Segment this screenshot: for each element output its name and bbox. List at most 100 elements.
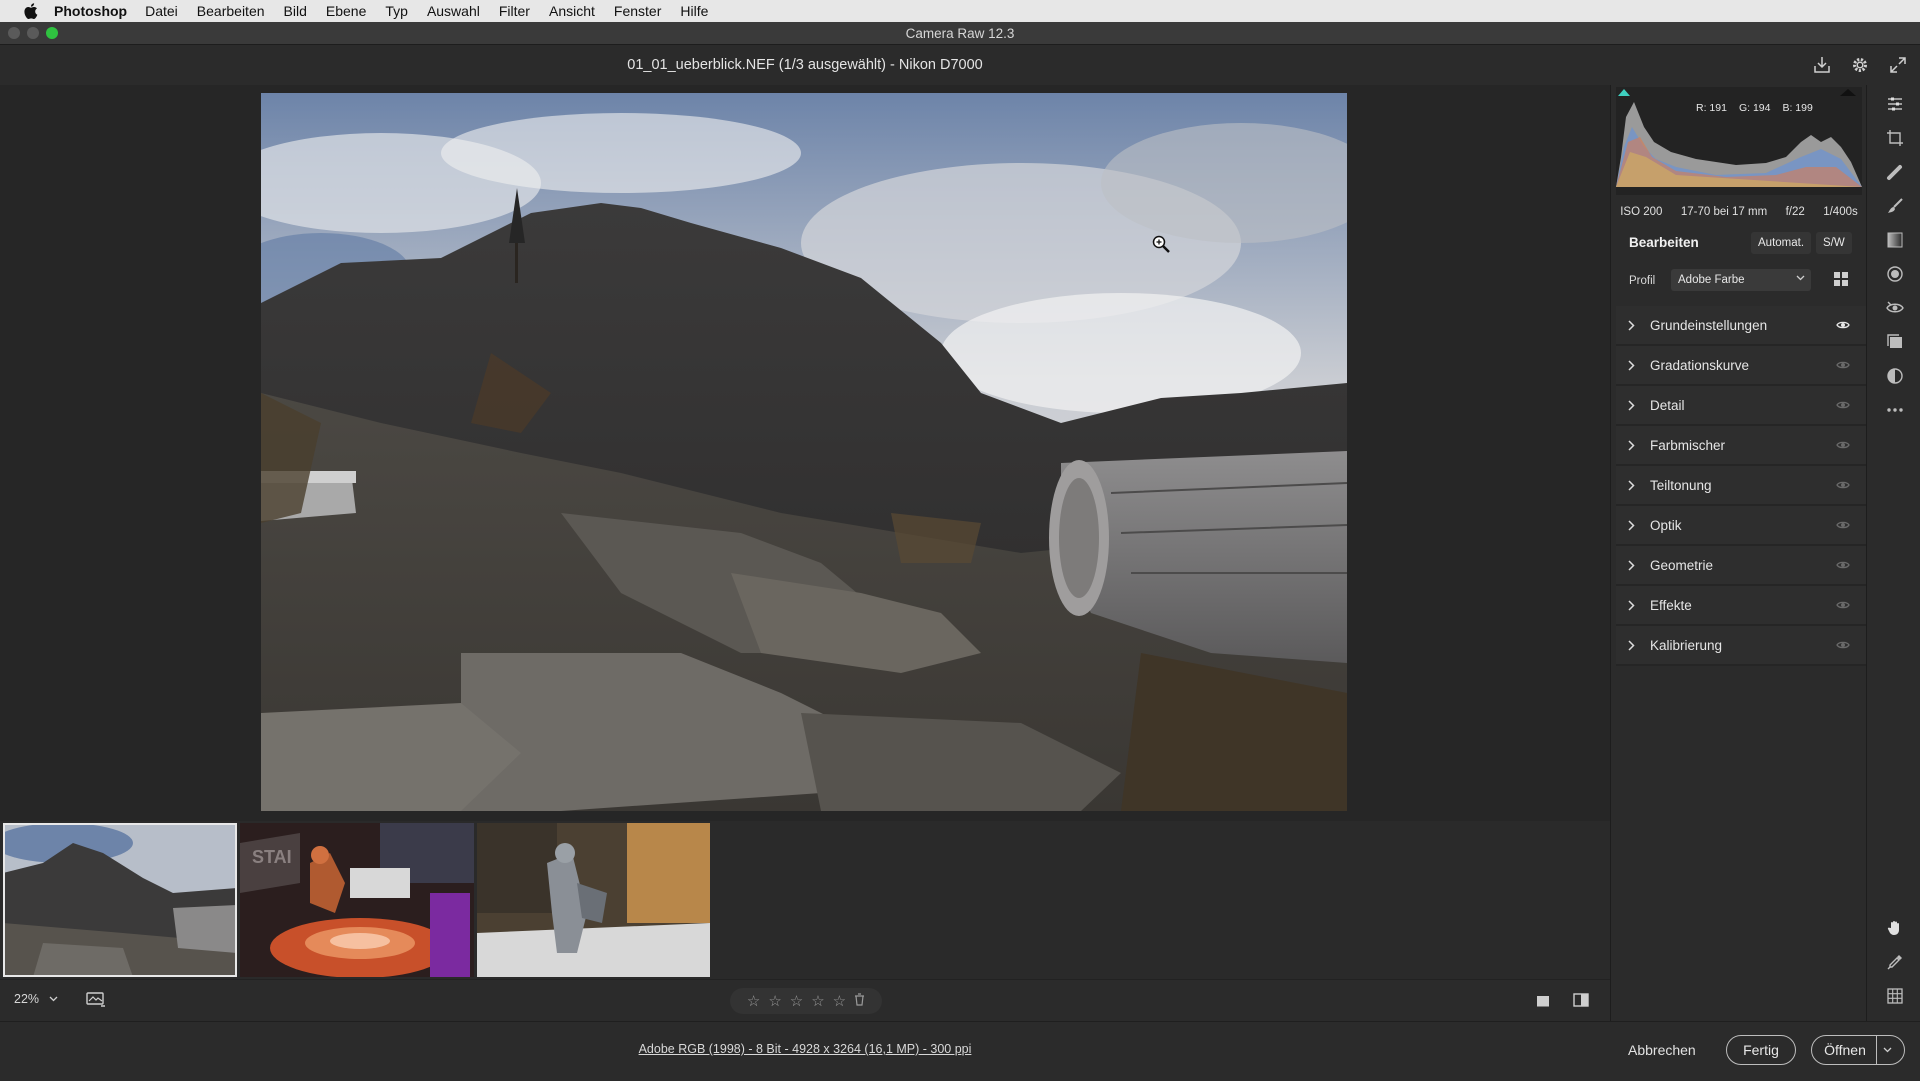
- filmstrip-thumbnail[interactable]: [477, 823, 710, 977]
- save-icon[interactable]: [1810, 53, 1834, 77]
- menu-auswahl[interactable]: Auswahl: [427, 3, 480, 19]
- section-label: Kalibrierung: [1650, 637, 1723, 653]
- histogram: R: 191 G: 194 B: 199: [1616, 87, 1862, 195]
- system-menubar: Photoshop Datei Bearbeiten Bild Ebene Ty…: [0, 0, 1920, 22]
- menu-fenster[interactable]: Fenster: [614, 3, 661, 19]
- auto-button[interactable]: Automat.: [1751, 232, 1812, 254]
- menu-hilfe[interactable]: Hilfe: [680, 3, 708, 19]
- star-icon[interactable]: ☆: [790, 992, 803, 1010]
- eye-icon[interactable]: [1836, 318, 1850, 333]
- preview-image[interactable]: [261, 93, 1347, 811]
- close-window-button[interactable]: [8, 27, 20, 39]
- window-titlebar: Camera Raw 12.3: [0, 22, 1920, 45]
- edit-sliders-icon[interactable]: [1884, 93, 1906, 115]
- eye-icon[interactable]: [1836, 518, 1850, 533]
- menu-bearbeiten[interactable]: Bearbeiten: [197, 3, 265, 19]
- hand-icon[interactable]: [1884, 917, 1906, 939]
- section-grundeinstellungen[interactable]: Grundeinstellungen: [1616, 306, 1866, 346]
- section-label: Grundeinstellungen: [1650, 317, 1768, 333]
- radial-filter-icon[interactable]: [1884, 263, 1906, 285]
- edit-title: Bearbeiten: [1629, 235, 1699, 250]
- filmstrip-toggle-icon[interactable]: [86, 991, 106, 1012]
- chevron-down-icon: [49, 996, 58, 1002]
- chevron-right-icon: [1628, 439, 1650, 451]
- spot-heal-icon[interactable]: [1884, 161, 1906, 183]
- star-icon[interactable]: ☆: [768, 992, 781, 1010]
- section-label: Optik: [1650, 517, 1682, 533]
- adjustment-brush-icon[interactable]: [1884, 195, 1906, 217]
- eye-icon[interactable]: [1836, 558, 1850, 573]
- chevron-down-icon[interactable]: [1883, 1047, 1892, 1053]
- profile-label: Profil: [1629, 275, 1656, 287]
- zoom-level-select[interactable]: 22%: [14, 992, 58, 1006]
- eye-icon[interactable]: [1836, 358, 1850, 373]
- section-teiltonung[interactable]: Teiltonung: [1616, 466, 1866, 506]
- maximize-window-button[interactable]: [46, 27, 58, 39]
- star-icon[interactable]: ☆: [747, 992, 760, 1010]
- tools-toolbar: [1866, 85, 1920, 1021]
- section-farbmischer[interactable]: Farbmischer: [1616, 426, 1866, 466]
- before-after-icon[interactable]: [1572, 991, 1590, 1012]
- color-sampler-icon[interactable]: [1884, 951, 1906, 973]
- graduated-filter-icon[interactable]: [1884, 229, 1906, 251]
- eye-icon[interactable]: [1836, 438, 1850, 453]
- section-label: Effekte: [1650, 597, 1692, 613]
- menu-typ[interactable]: Typ: [385, 3, 408, 19]
- chevron-right-icon: [1628, 399, 1650, 411]
- chevron-down-icon: [1796, 275, 1805, 281]
- single-view-icon[interactable]: [1534, 991, 1552, 1012]
- section-kalibrierung[interactable]: Kalibrierung: [1616, 626, 1866, 666]
- aperture-value: f/22: [1785, 206, 1805, 218]
- more-icon[interactable]: [1884, 399, 1906, 421]
- minimize-window-button[interactable]: [27, 27, 39, 39]
- chevron-right-icon: [1628, 599, 1650, 611]
- section-gradationskurve[interactable]: Gradationskurve: [1616, 346, 1866, 386]
- menu-datei[interactable]: Datei: [145, 3, 178, 19]
- snapshots-icon[interactable]: [1884, 331, 1906, 353]
- workflow-options-link[interactable]: Adobe RGB (1998) - 8 Bit - 4928 x 3264 (…: [0, 1042, 1610, 1056]
- trash-icon[interactable]: [854, 992, 865, 1010]
- section-detail[interactable]: Detail: [1616, 386, 1866, 426]
- done-button[interactable]: Fertig: [1726, 1035, 1796, 1065]
- eye-icon[interactable]: [1836, 478, 1850, 493]
- menu-app-name[interactable]: Photoshop: [54, 3, 127, 19]
- section-geometrie[interactable]: Geometrie: [1616, 546, 1866, 586]
- star-icon[interactable]: ☆: [833, 992, 846, 1010]
- eye-icon[interactable]: [1836, 398, 1850, 413]
- eye-icon[interactable]: [1836, 638, 1850, 653]
- blue-value: B: 199: [1782, 102, 1813, 114]
- section-effekte[interactable]: Effekte: [1616, 586, 1866, 626]
- image-canvas[interactable]: [0, 85, 1610, 821]
- settings-icon[interactable]: [1848, 53, 1872, 77]
- star-icon[interactable]: ☆: [811, 992, 824, 1010]
- section-optik[interactable]: Optik: [1616, 506, 1866, 546]
- red-eye-icon[interactable]: [1884, 297, 1906, 319]
- black-white-button[interactable]: S/W: [1816, 232, 1852, 254]
- chevron-right-icon: [1628, 639, 1650, 651]
- profile-select[interactable]: Adobe Farbe: [1671, 269, 1811, 291]
- cancel-button[interactable]: Abbrechen: [1616, 1036, 1708, 1064]
- menu-filter[interactable]: Filter: [499, 3, 530, 19]
- apple-icon[interactable]: [16, 3, 46, 19]
- window-title: Camera Raw 12.3: [905, 25, 1015, 41]
- grid-icon[interactable]: [1884, 985, 1906, 1007]
- crop-icon[interactable]: [1884, 127, 1906, 149]
- star-rating[interactable]: ☆ ☆ ☆ ☆ ☆: [730, 988, 882, 1014]
- filmstrip-thumbnail[interactable]: STAI: [240, 823, 474, 977]
- file-name: 01_01_ueberblick.NEF (1/3 ausgewählt) - …: [627, 57, 983, 73]
- menu-ansicht[interactable]: Ansicht: [549, 3, 595, 19]
- eye-icon[interactable]: [1836, 598, 1850, 613]
- menu-ebene[interactable]: Ebene: [326, 3, 366, 19]
- open-button-label: Öffnen: [1824, 1042, 1866, 1058]
- rgb-readout: R: 191 G: 194 B: 199: [1696, 102, 1813, 114]
- menu-bild[interactable]: Bild: [284, 3, 307, 19]
- open-button[interactable]: Öffnen: [1811, 1035, 1905, 1065]
- iso-value: ISO 200: [1620, 206, 1663, 218]
- chevron-right-icon: [1628, 479, 1650, 491]
- filmstrip-thumbnail[interactable]: [3, 823, 237, 977]
- lens-value: 17-70 bei 17 mm: [1680, 206, 1768, 218]
- fullscreen-icon[interactable]: [1886, 53, 1910, 77]
- presets-icon[interactable]: [1884, 365, 1906, 387]
- profile-value: Adobe Farbe: [1678, 274, 1745, 286]
- profile-browser-icon[interactable]: [1833, 271, 1849, 290]
